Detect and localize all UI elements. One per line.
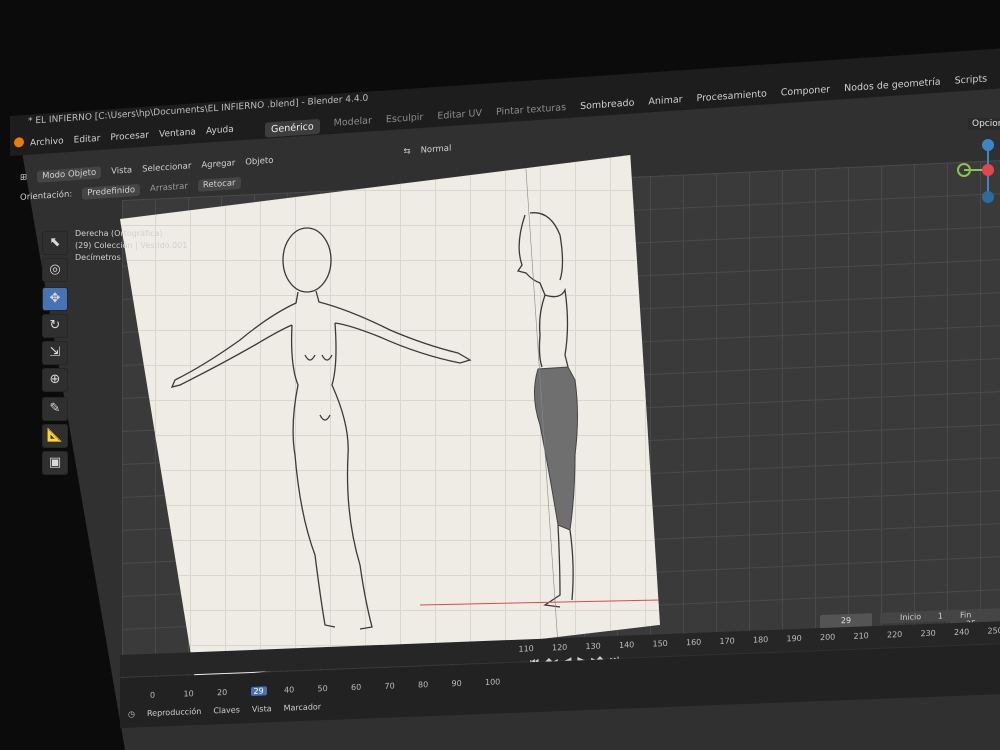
tab-generico[interactable]: Genérico <box>265 118 320 138</box>
timeline-tick: 250 <box>987 626 1000 636</box>
timeline-tick: 140 <box>619 640 635 650</box>
frame-start-field[interactable]: Inicio 1 <box>880 609 961 624</box>
menu-procesar[interactable]: Procesar <box>110 131 149 144</box>
timeline-tick: 190 <box>786 633 802 644</box>
timeline-tick: 50 <box>317 684 328 694</box>
orientation-select[interactable]: Predefinido <box>82 183 141 200</box>
menu-vista[interactable]: Vista <box>111 165 132 176</box>
menu-objeto[interactable]: Objeto <box>245 156 273 168</box>
select-tool-icon[interactable]: ⬉ <box>42 231 68 255</box>
viewport-info: Derecha (Ortográfica) (29) Colección | V… <box>75 228 187 264</box>
mode-select[interactable]: Modo Objeto <box>37 166 102 183</box>
timeline-tick: 0 <box>150 690 156 700</box>
view-name: Derecha (Ortográfica) <box>75 229 163 238</box>
menu-seleccionar[interactable]: Seleccionar <box>142 161 191 174</box>
tab-animar[interactable]: Animar <box>648 94 682 111</box>
timeline-tick: 230 <box>920 628 936 639</box>
move-tool-icon[interactable]: ✥ <box>42 287 68 311</box>
timeline-editor-icon[interactable]: ◷ <box>128 709 135 718</box>
end-label: Fin <box>960 610 972 620</box>
rotate-tool-icon[interactable]: ↻ <box>42 314 68 338</box>
tab-esculpir[interactable]: Esculpir <box>386 112 423 130</box>
timeline-tick: 130 <box>585 641 601 652</box>
menu-ventana[interactable]: Ventana <box>159 127 196 140</box>
timeline-tick: 90 <box>451 678 462 689</box>
add-cube-tool-icon[interactable]: ▣ <box>42 451 68 475</box>
timeline-tick: 29 <box>250 686 267 696</box>
collection-info: (29) Colección | Vestido.001 <box>75 241 188 250</box>
timeline-tick: 220 <box>887 629 903 640</box>
menu-editar[interactable]: Editar <box>74 134 101 146</box>
menu-ayuda[interactable]: Ayuda <box>206 125 234 137</box>
timeline-tick: 80 <box>418 680 429 690</box>
start-label: Inicio <box>900 612 922 623</box>
menu-claves[interactable]: Claves <box>213 705 240 715</box>
timeline-tick: 60 <box>351 682 362 693</box>
unit-info: Decímetros <box>75 253 121 262</box>
tab-editar-uv[interactable]: Editar UV <box>437 108 482 126</box>
editor-type-icon[interactable]: ⊞ <box>20 173 27 183</box>
timeline-tick: 40 <box>284 685 295 695</box>
navigation-gizmo[interactable] <box>950 135 1000 205</box>
measure-tool-icon[interactable]: 📐 <box>42 424 68 448</box>
timeline-tick: 160 <box>686 637 702 648</box>
character-sketch <box>170 155 660 676</box>
drag-select[interactable]: Arrastrar <box>150 182 188 195</box>
snap-select[interactable]: Retocar <box>197 176 241 192</box>
menu-marcador[interactable]: Marcador <box>284 702 321 712</box>
front-figure-sketch <box>170 227 472 630</box>
tab-scripts[interactable]: Scripts <box>955 73 988 90</box>
timeline-tick: 200 <box>820 632 836 643</box>
tab-sombreado[interactable]: Sombreado <box>580 97 634 116</box>
timeline-tick: 150 <box>652 638 668 649</box>
orientation-label: Orientación: <box>20 189 73 203</box>
tab-componer[interactable]: Componer <box>781 84 830 102</box>
annotate-tool-icon[interactable]: ✎ <box>42 397 68 421</box>
blender-logo-icon <box>14 137 24 148</box>
scale-tool-icon[interactable]: ⇲ <box>42 341 68 365</box>
menu-vista-timeline[interactable]: Vista <box>252 704 272 714</box>
reference-image <box>120 155 660 680</box>
timeline-tick: 100 <box>485 677 501 687</box>
tab-modelar[interactable]: Modelar <box>334 115 372 133</box>
timeline-tick: 210 <box>853 631 869 641</box>
timeline-tick: 120 <box>552 642 568 653</box>
timeline-tick: 110 <box>518 644 534 654</box>
side-figure-sketch <box>419 155 660 676</box>
transform-orientation-icon[interactable]: ⇆ <box>403 146 410 156</box>
timeline-tick: 70 <box>384 681 395 691</box>
timeline-tick: 10 <box>183 689 194 699</box>
menu-archivo[interactable]: Archivo <box>30 136 64 148</box>
timeline-tick: 170 <box>719 636 735 646</box>
shading-normal-select[interactable]: Normal <box>421 144 452 156</box>
transform-tool-icon[interactable]: ⊕ <box>42 368 68 392</box>
timeline-tick: 180 <box>753 635 769 645</box>
start-value: 1 <box>937 611 943 621</box>
options-button[interactable]: Opciones <box>968 118 1000 130</box>
menu-agregar[interactable]: Agregar <box>201 158 235 170</box>
timeline-tick: 240 <box>954 627 970 637</box>
timeline-tick: 20 <box>217 687 228 698</box>
cursor-tool-icon[interactable]: ◎ <box>42 258 68 282</box>
tool-shelf: ⬉ ◎ ✥ ↻ ⇲ ⊕ ✎ 📐 ▣ <box>38 225 70 475</box>
